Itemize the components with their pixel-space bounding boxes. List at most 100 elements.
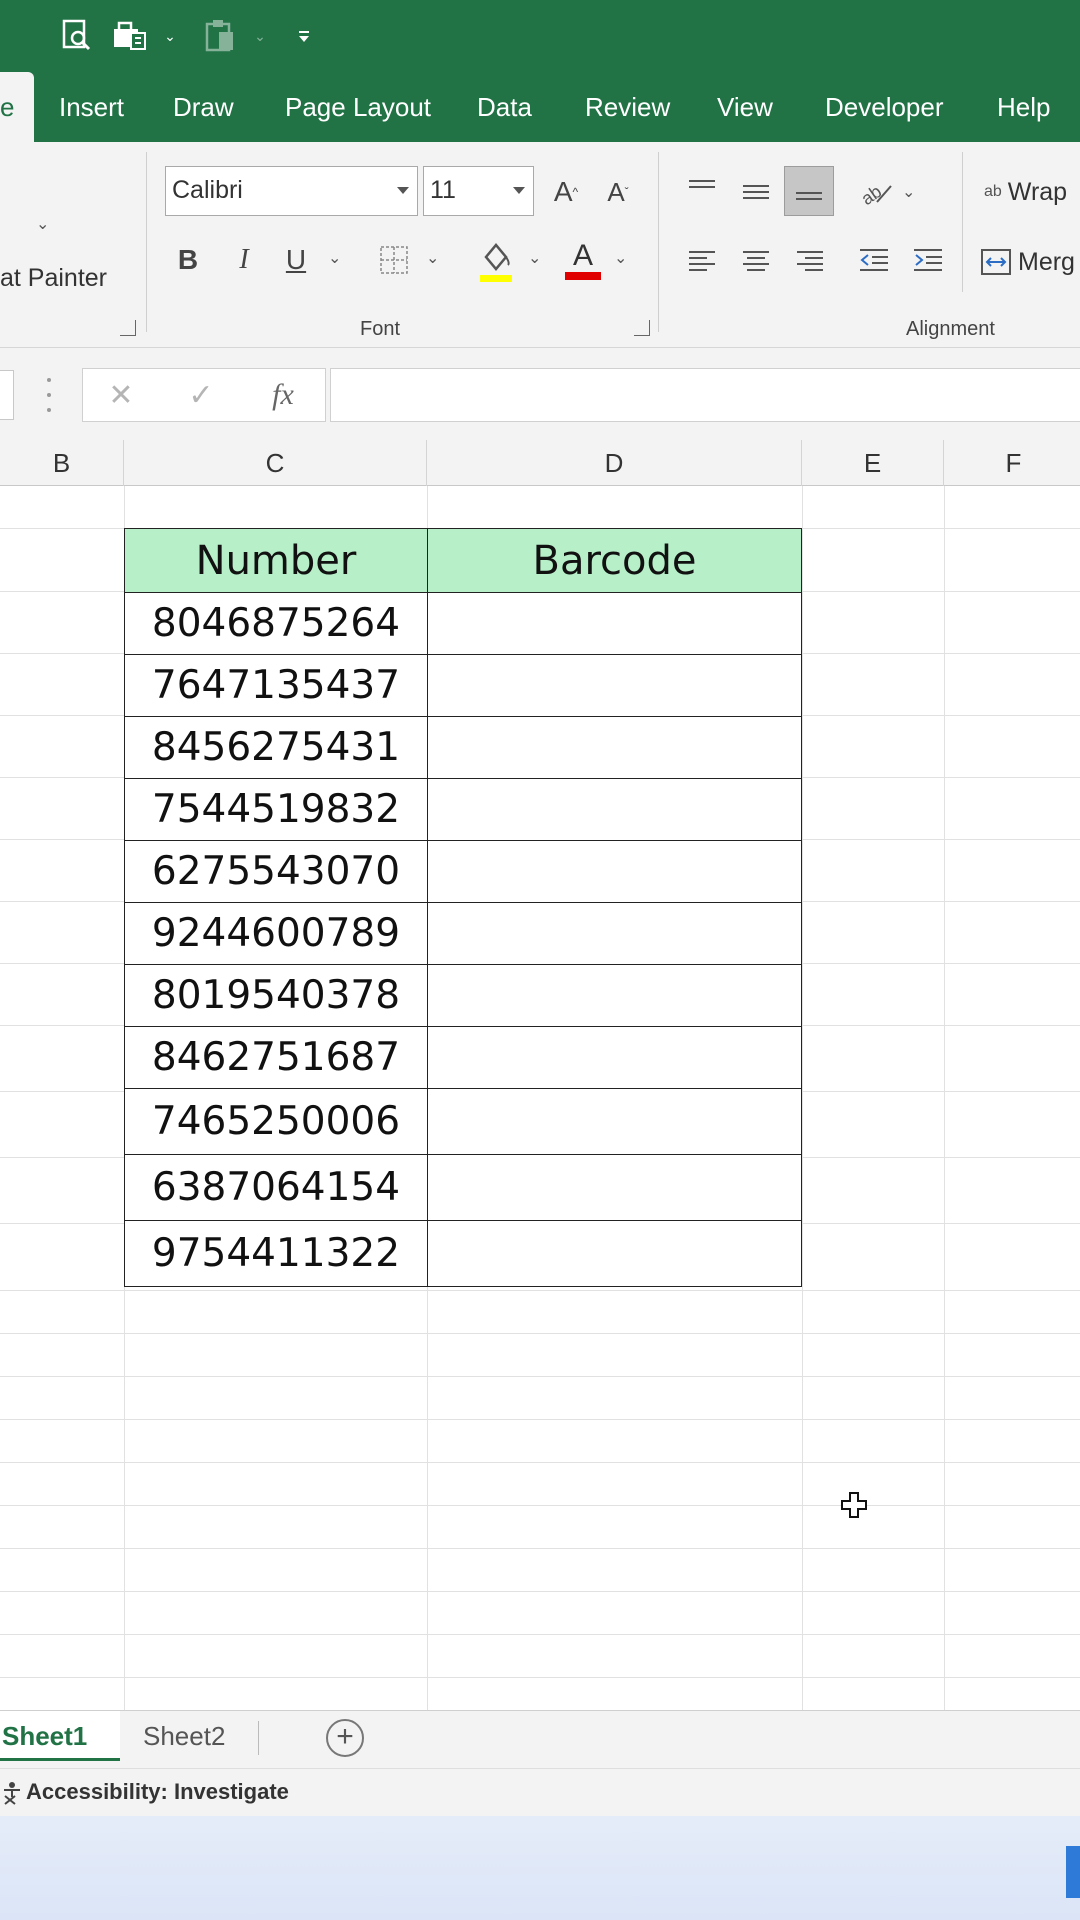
barcode-cell[interactable] [427,840,802,903]
number-cell[interactable]: 7465250006 [124,1088,428,1155]
tab-help[interactable]: Help [997,72,1050,142]
cancel-icon[interactable]: ✕ [103,377,139,413]
tab-data[interactable]: Data [477,72,532,142]
chevron-down-icon[interactable]: ⌄ [36,214,49,234]
grow-font-button[interactable]: A ^ [548,172,584,212]
barcode-cell[interactable] [427,1154,802,1221]
column-header-b[interactable]: B [0,440,124,486]
font-size-select[interactable]: 11 [423,166,534,216]
barcode-cell[interactable] [427,964,802,1027]
number-cell[interactable]: 9754411322 [124,1220,428,1287]
group-separator [146,152,147,332]
tab-insert[interactable]: Insert [59,72,124,142]
column-header-e[interactable]: E [802,440,944,486]
barcode-cell[interactable] [427,1026,802,1089]
tab-page-layout[interactable]: Page Layout [285,72,431,142]
gridline [0,1290,1080,1291]
chevron-down-icon[interactable]: ⌄ [160,26,180,46]
sheet-tab-sheet2[interactable]: Sheet2 [143,1711,225,1761]
align-left-icon [689,251,715,271]
barcode-cell[interactable] [427,1088,802,1155]
table-row: 9244600789 [124,902,802,965]
chevron-down-icon[interactable]: ⌄ [426,248,439,268]
chevron-down-icon[interactable]: ⌄ [328,248,341,268]
number-cell[interactable]: 8019540378 [124,964,428,1027]
tab-developer[interactable]: Developer [825,72,944,142]
number-cell[interactable]: 6275543070 [124,840,428,903]
barcode-cell[interactable] [427,778,802,841]
formula-input[interactable] [330,368,1080,422]
number-cell[interactable]: 7544519832 [124,778,428,841]
header-number[interactable]: Number [124,528,428,593]
clipboard-dialog-launcher-icon[interactable] [120,320,136,336]
chevron-down-icon[interactable]: ⌄ [528,248,541,268]
decrease-indent-button[interactable] [856,242,892,278]
tab-review[interactable]: Review [585,72,670,142]
tab-home[interactable]: e [0,72,34,142]
top-align-icon [689,180,715,188]
number-cell[interactable]: 7647135437 [124,654,428,717]
inspect-workbook-icon[interactable] [108,14,152,58]
bottom-align-button[interactable] [784,166,834,216]
shrink-font-button[interactable]: Aˇ [600,172,636,212]
table-row: 7465250006 [124,1088,802,1155]
chevron-down-icon[interactable]: ⌄ [902,182,915,202]
name-box[interactable] [0,370,14,420]
accessibility-status[interactable]: Accessibility: Investigate [26,1779,289,1805]
worksheet-grid[interactable]: Number Barcode 8046875264 7647135437 845… [0,486,1080,1710]
customize-qat-icon[interactable] [294,26,314,46]
tab-view[interactable]: View [717,72,773,142]
merge-center-button[interactable]: Merg [980,242,1080,282]
font-color-button[interactable]: A [562,234,604,286]
formula-bar-grip-icon[interactable] [46,378,52,412]
tab-draw[interactable]: Draw [173,72,234,142]
column-header-c[interactable]: C [124,440,427,486]
enter-icon[interactable]: ✓ [183,377,219,413]
merge-label: Merg [1018,247,1075,276]
align-right-button[interactable] [792,242,828,278]
group-separator [658,152,659,332]
align-left-button[interactable] [684,242,720,278]
middle-align-button[interactable] [738,172,774,212]
number-cell[interactable]: 8462751687 [124,1026,428,1089]
add-sheet-button[interactable]: + [326,1719,364,1757]
barcode-cell[interactable] [427,716,802,779]
middle-align-icon [743,185,769,199]
borders-button[interactable] [376,238,412,282]
gridline [0,1505,1080,1506]
underline-button[interactable]: U [278,238,314,282]
format-painter-button[interactable]: at Painter [0,264,107,293]
insert-function-button[interactable]: fx [261,375,305,415]
fill-color-button[interactable] [476,236,516,286]
accessibility-icon[interactable] [2,1781,22,1805]
top-align-button[interactable] [684,172,720,208]
header-barcode[interactable]: Barcode [427,528,802,593]
wrap-text-button[interactable]: ab Wrap [984,172,1080,212]
orientation-button[interactable]: ab [856,172,896,212]
paste-icon [198,14,242,58]
barcode-cell[interactable] [427,1220,802,1287]
barcode-cell[interactable] [427,902,802,965]
number-cell[interactable]: 8456275431 [124,716,428,779]
barcode-cell[interactable] [427,654,802,717]
print-preview-icon[interactable] [54,14,98,58]
windows-logo-icon[interactable] [1066,1846,1080,1898]
font-size-value: 11 [430,176,456,204]
column-header-f[interactable]: F [944,440,1080,486]
ribbon: ⌄ at Painter Calibri 11 A ^ Aˇ B I U ⌄ ⌄ … [0,142,1080,348]
align-center-button[interactable] [738,242,774,278]
bold-button[interactable]: B [170,238,206,282]
grow-font-icon: A [553,176,573,207]
increase-indent-button[interactable] [910,242,946,278]
number-cell[interactable]: 6387064154 [124,1154,428,1221]
sheet-tab-sheet1[interactable]: Sheet1 [0,1711,120,1761]
font-dialog-launcher-icon[interactable] [634,320,650,336]
chevron-down-icon[interactable]: ⌄ [614,248,627,268]
barcode-cell[interactable] [427,592,802,655]
number-cell[interactable]: 9244600789 [124,902,428,965]
font-name-select[interactable]: Calibri [165,166,418,216]
number-cell[interactable]: 8046875264 [124,592,428,655]
column-header-d[interactable]: D [427,440,802,486]
formula-buttons: ✕ ✓ fx [82,368,326,422]
italic-button[interactable]: I [226,238,262,282]
